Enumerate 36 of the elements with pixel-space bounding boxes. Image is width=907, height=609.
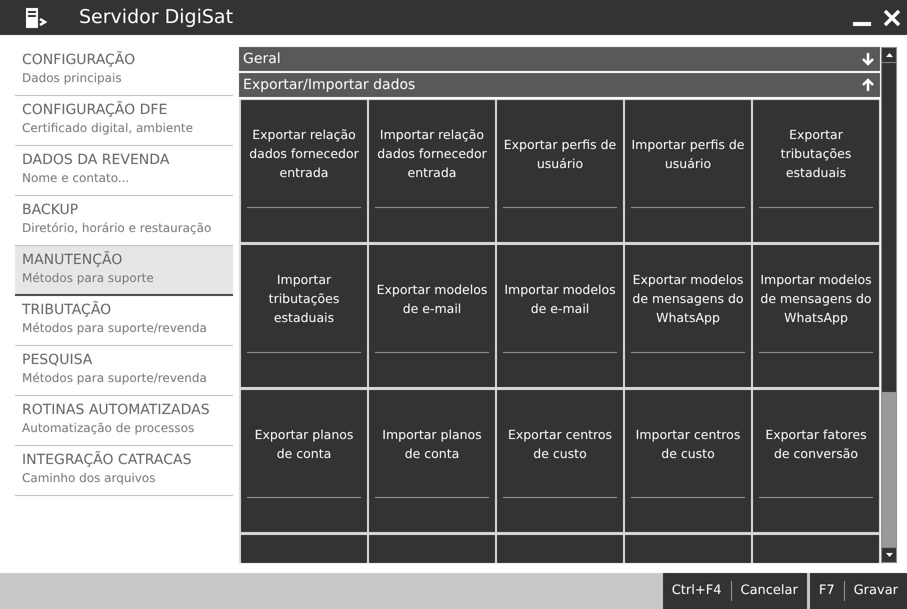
down-triangle-icon: [886, 553, 892, 557]
sidebar-item[interactable]: DADOS DA REVENDA Nome e contato...: [15, 146, 233, 196]
tile-button[interactable]: Exportar modelos de mensagens do WhatsApp: [625, 245, 751, 387]
server-icon: [25, 6, 47, 28]
close-icon[interactable]: [883, 8, 901, 26]
section-header[interactable]: Geral: [239, 47, 880, 71]
sidebar-item[interactable]: CONFIGURAÇÃO DFE Certificado digital, ambiente: [15, 96, 233, 146]
up-arrow-icon: [862, 78, 874, 92]
tile-button[interactable]: Importar modelos de mensagens do WhatsApp: [753, 245, 879, 387]
tile-button[interactable]: Importar modelos de e-mail: [497, 245, 623, 387]
tile-button[interactable]: Exportar relação dados fornecedor entrada: [241, 100, 367, 242]
tile-button[interactable]: Importar planos de conta: [369, 390, 495, 532]
tile-button[interactable]: Exportar perfis de usuário: [497, 100, 623, 242]
tile-button[interactable]: Importar perfis de usuário: [625, 100, 751, 242]
tile-button[interactable]: Exportar centros de custo: [497, 390, 623, 532]
sidebar-item[interactable]: INTEGRAÇÃO CATRACAS Caminho dos arquivos: [15, 446, 233, 496]
up-triangle-icon: [886, 53, 892, 57]
scroll-thumb[interactable]: [882, 392, 896, 547]
footer-button[interactable]: Ctrl+F4 Cancelar: [662, 573, 807, 609]
sidebar-item[interactable]: TRIBUTAÇÃO Métodos para suporte/revenda: [15, 296, 233, 346]
tile-button[interactable]: Exportar fatores de conversão: [753, 390, 879, 532]
sidebar-item[interactable]: MANUTENÇÃO Métodos para suporte: [15, 246, 233, 296]
tile-button[interactable]: Exportar tributações estaduais: [753, 100, 879, 242]
footer-button[interactable]: F7 Gravar: [810, 573, 907, 609]
down-arrow-icon: [862, 52, 874, 66]
sidebar-item[interactable]: ROTINAS AUTOMATIZADAS Automatização de processos: [15, 396, 233, 446]
tile-button[interactable]: Importar relação dados fornecedor entrada: [369, 100, 495, 242]
window-title: Servidor DigiSat: [79, 5, 234, 30]
tile-button[interactable]: Importar tributações estaduais: [241, 245, 367, 387]
tile-button[interactable]: Exportar planos de conta: [241, 390, 367, 532]
sidebar-item[interactable]: PESQUISA Métodos para suporte/revenda: [15, 346, 233, 396]
sidebar-item[interactable]: CONFIGURAÇÃO Dados principais: [15, 46, 233, 96]
tile-button[interactable]: Importar centros de custo: [625, 390, 751, 532]
section-header[interactable]: Exportar/Importar dados: [239, 73, 880, 97]
tile-button[interactable]: Exportar modelos de e-mail: [369, 245, 495, 387]
scrollbar[interactable]: [881, 47, 897, 563]
